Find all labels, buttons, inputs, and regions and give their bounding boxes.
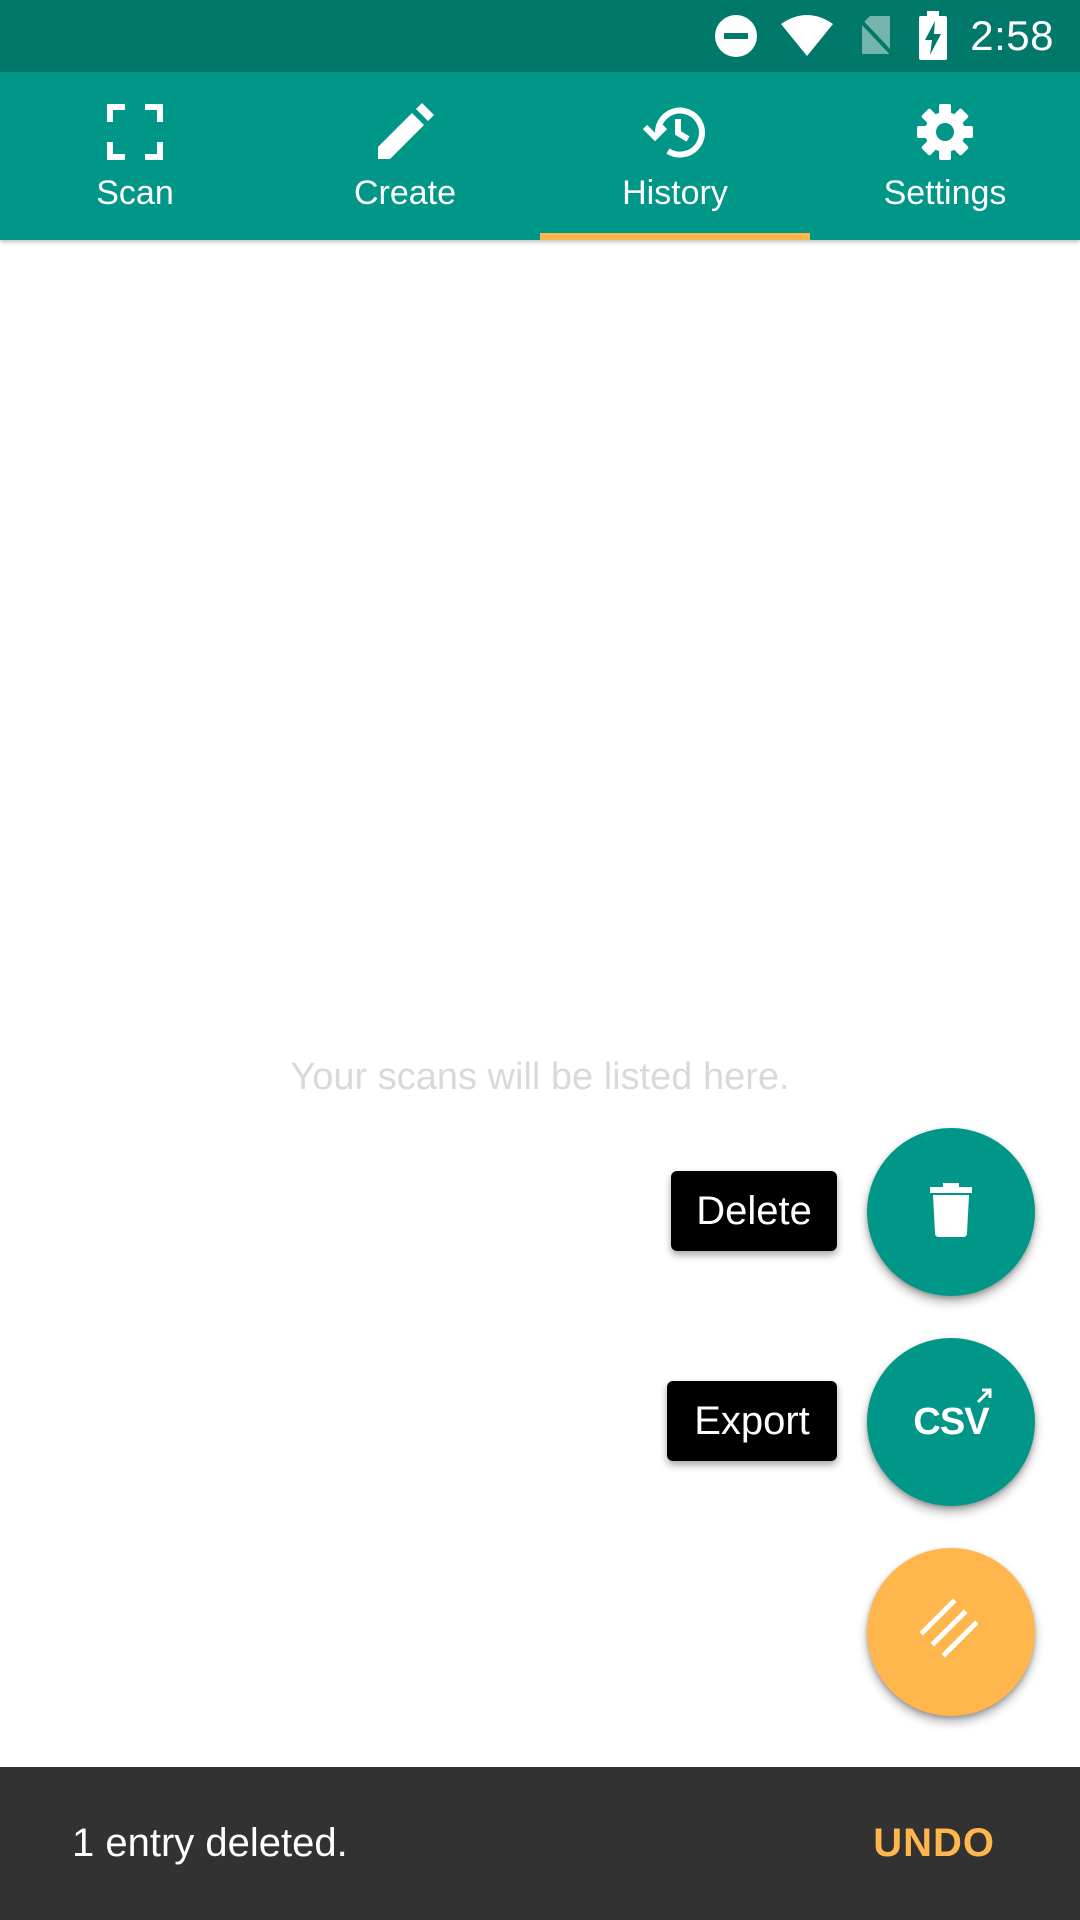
tab-selected-indicator [540,233,810,240]
history-icon [642,102,708,162]
undo-button[interactable]: UNDO [873,1821,995,1866]
do-not-disturb-icon [714,14,758,58]
tab-settings-label: Settings [883,174,1007,212]
empty-state-message: Your scans will be listed here. [290,1056,790,1098]
no-sim-icon [856,14,896,58]
main-fab[interactable] [867,1548,1035,1716]
trash-icon [930,1182,972,1242]
scan-frame-icon [107,102,163,162]
tab-settings[interactable]: Settings [810,72,1080,240]
export-label[interactable]: Export [667,1381,837,1461]
csv-icon-text: CSV [913,1400,989,1443]
status-bar: 2:58 [0,0,1080,72]
snackbar: 1 entry deleted. UNDO [0,1767,1080,1920]
tab-scan[interactable]: Scan [0,72,270,240]
wifi-icon [780,14,834,58]
snackbar-message: 1 entry deleted. [72,1821,348,1865]
delete-label[interactable]: Delete [671,1171,837,1251]
tab-create[interactable]: Create [270,72,540,240]
tab-history[interactable]: History [540,72,810,240]
export-csv-fab[interactable]: CSV [867,1338,1035,1506]
status-time: 2:58 [970,12,1054,59]
tab-scan-label: Scan [96,174,174,212]
diagonal-lines-icon [919,1597,983,1667]
tab-create-label: Create [353,174,457,212]
gear-icon [915,102,975,162]
tab-history-label: History [622,174,728,212]
csv-export-icon: CSV [913,1388,992,1444]
tab-bar: Scan Create History Settings [0,72,1080,240]
pencil-icon [376,102,434,162]
delete-fab[interactable] [867,1128,1035,1296]
battery-charging-icon [918,11,948,61]
